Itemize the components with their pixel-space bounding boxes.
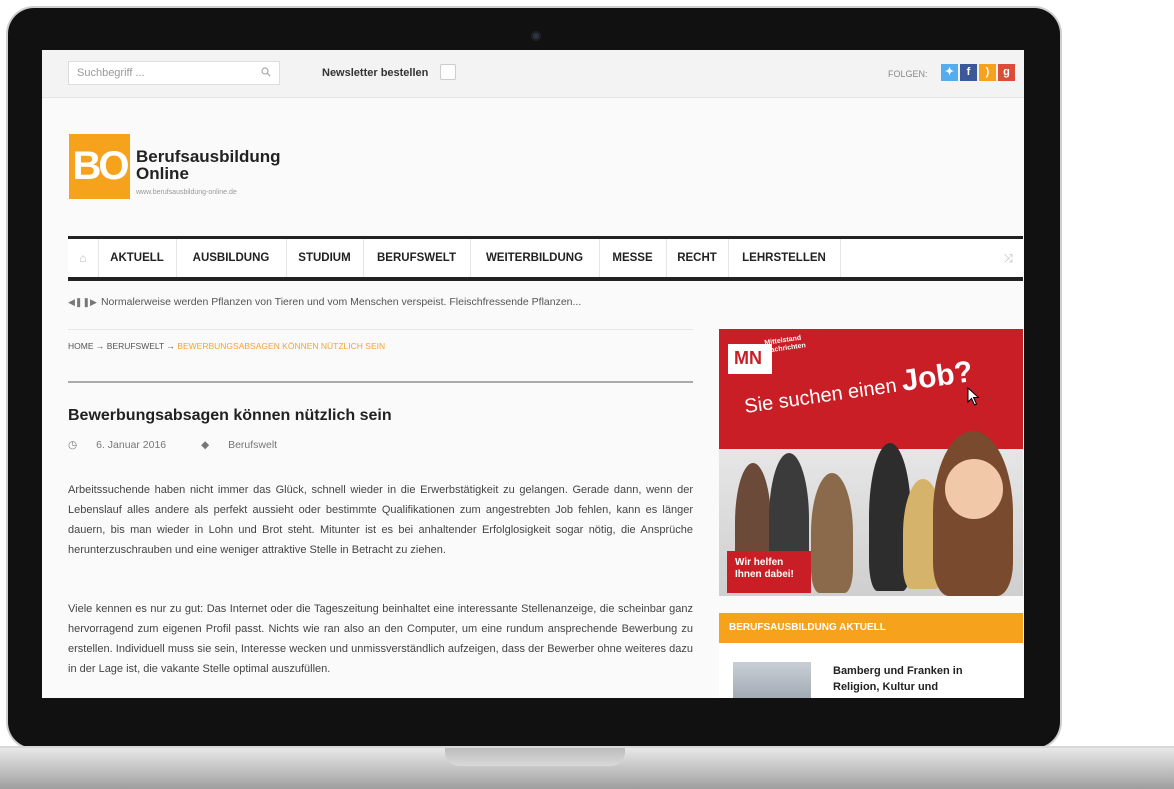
newsletter-link[interactable]: Newsletter bestellen (322, 67, 428, 79)
date-entry: ◷ 6. Januar 2016 (68, 439, 182, 451)
breadcrumb-home[interactable]: HOME (68, 341, 94, 351)
widget-thumbnail[interactable] (733, 662, 811, 698)
nav-item-recht[interactable]: RECHT (666, 239, 729, 277)
article-paragraph-1: Arbeitssuchende haben nicht immer das Gl… (68, 484, 693, 556)
news-ticker[interactable]: ◀❚❚▶ Normalerweise werden Pflanzen von Ti… (68, 296, 713, 308)
advertisement-banner[interactable]: MN Mittelstand Nachrichten Sie suchen ei… (719, 329, 1023, 596)
browser-screen: Suchbegriff ... Newsletter bestellen FOL… (42, 50, 1024, 698)
breadcrumb-current: BEWERBUNGSABSAGEN KÖNNEN NÜTZLICH SEIN (177, 341, 386, 351)
search-icon[interactable] (261, 67, 271, 77)
ticker-controls-icon[interactable]: ◀❚❚▶ (68, 297, 97, 307)
category-entry[interactable]: ◆ Berufswelt (201, 439, 293, 451)
facebook-icon[interactable]: f (960, 64, 977, 81)
site-title[interactable]: Berufsausbildung Online (136, 148, 281, 182)
ad-brand-name: Mittelstand Nachrichten (764, 334, 806, 355)
nav-item-messe[interactable]: MESSE (599, 239, 667, 277)
ad-person (811, 473, 853, 593)
breadcrumb: HOME → BERUFSWELT → BEWERBUNGSABSAGEN KÖ… (68, 341, 385, 351)
nav-item-weiterbildung[interactable]: WEITERBILDUNG (470, 239, 600, 277)
article-paragraph-2: Viele kennen es nur zu gut: Das Internet… (68, 603, 693, 675)
breadcrumb-separator: → (95, 341, 105, 351)
breadcrumb-section[interactable]: BERUFSWELT (107, 341, 164, 351)
ticker-text[interactable]: Normalerweise werden Pflanzen von Tieren… (101, 296, 581, 308)
shuffle-icon[interactable]: ⤨ (1003, 239, 1013, 277)
search-placeholder: Suchbegriff ... (77, 67, 145, 79)
article-title: Bewerbungsabsagen können nützlich sein (68, 407, 392, 424)
nav-item-aktuell[interactable]: AKTUELL (98, 239, 177, 277)
nav-item-ausbildung[interactable]: AUSBILDUNG (176, 239, 287, 277)
divider (68, 329, 693, 330)
ad-face (945, 459, 1003, 519)
breadcrumb-separator: → (166, 341, 175, 351)
site-title-line1: Berufsausbildung (136, 147, 281, 166)
nav-item-studium[interactable]: STUDIUM (286, 239, 364, 277)
tag-icon: ◆ (201, 439, 210, 451)
ad-headline-strong: Job? (899, 355, 975, 398)
widget-item-title[interactable]: Bamberg und Franken in Religion, Kultur … (833, 663, 1003, 695)
mouse-cursor-icon (967, 387, 980, 406)
article-category[interactable]: Berufswelt (228, 439, 277, 451)
main-navigation: ⌂ AKTUELL AUSBILDUNG STUDIUM BERUFSWELT … (68, 236, 1023, 281)
article-meta: ◷ 6. Januar 2016 ◆ Berufswelt (68, 439, 309, 451)
site-title-line2: Online (136, 164, 189, 183)
ad-cta-line1: Wir helfen (735, 557, 784, 568)
search-input[interactable]: Suchbegriff ... (68, 61, 280, 85)
follow-label: FOLGEN: (888, 69, 928, 79)
ad-brand-mark: MN (734, 348, 762, 368)
twitter-icon[interactable]: ✦ (941, 64, 958, 81)
site-logo[interactable]: BO (69, 134, 130, 199)
article-date: 6. Januar 2016 (96, 439, 167, 451)
ad-headline-text: Sie suchen einen (743, 374, 899, 418)
site-url: www.berufsausbildung-online.de (136, 189, 237, 196)
nav-item-lehrstellen[interactable]: LEHRSTELLEN (728, 239, 841, 277)
widget-header: BERUFSAUSBILDUNG AKTUELL (719, 613, 1023, 643)
divider (68, 381, 693, 383)
rss-icon[interactable]: ) (979, 64, 996, 81)
laptop-notch (445, 748, 625, 766)
top-bar: Suchbegriff ... Newsletter bestellen FOL… (42, 50, 1024, 98)
ad-cta-line2: Ihnen dabei! (735, 569, 794, 580)
widget-list-item[interactable]: Bamberg und Franken in Religion, Kultur … (719, 643, 1023, 698)
home-icon[interactable]: ⌂ (68, 239, 99, 277)
camera-icon (531, 31, 541, 41)
googleplus-icon[interactable]: g (998, 64, 1015, 81)
clock-icon: ◷ (68, 439, 78, 451)
nav-item-berufswelt[interactable]: BERUFSWELT (363, 239, 471, 277)
mail-icon[interactable] (440, 64, 456, 80)
ad-headline: Sie suchen einen Job? (742, 355, 975, 421)
ad-cta[interactable]: Wir helfen Ihnen dabei! (727, 551, 811, 593)
